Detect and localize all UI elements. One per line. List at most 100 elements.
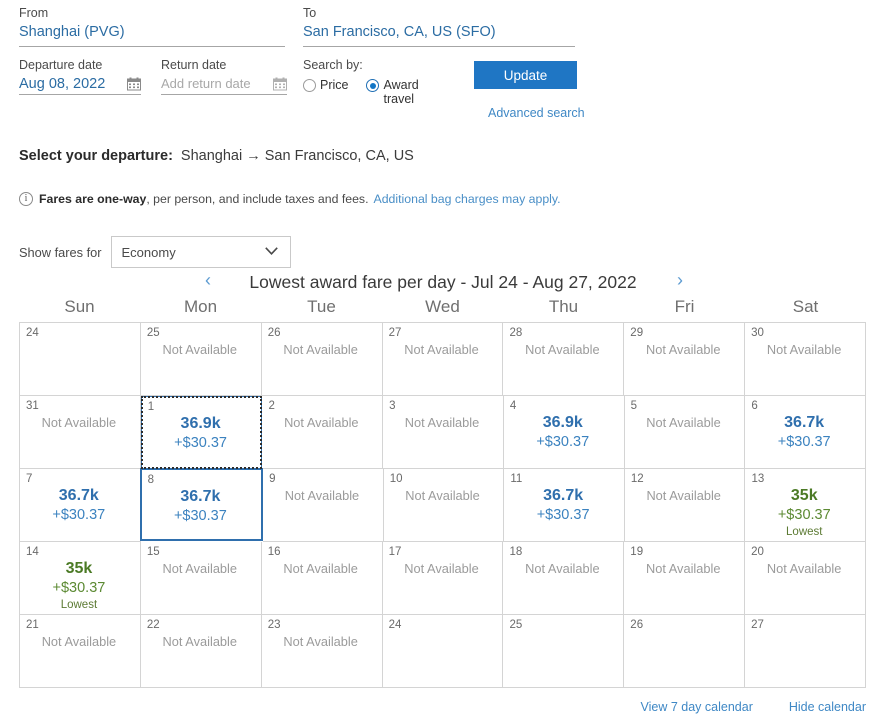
calendar-week-row: 7 36.7k +$30.37 8 36.7k +$30.37 9 Not Available… — [20, 468, 867, 542]
not-available-text: Not Available — [283, 342, 358, 357]
calendar-day-cell: 16 Not Available — [261, 542, 383, 615]
calendar-icon[interactable] — [273, 77, 287, 91]
calendar-week-row: 31 Not Available 1 36.9k +$30.37 2 Not Availab… — [20, 396, 867, 469]
radio-price[interactable]: Price — [303, 78, 348, 92]
day-cell-body: Not Available — [389, 340, 495, 360]
departure-date-underline — [19, 94, 141, 95]
from-value[interactable]: Shanghai (PVG) — [19, 20, 285, 42]
fare-miles: 35k — [790, 487, 818, 504]
day-number: 21 — [26, 619, 39, 631]
chevron-down-icon[interactable] — [264, 247, 278, 255]
day-number: 18 — [509, 546, 523, 558]
calendar-day-cell[interactable]: 11 36.7k +$30.37 — [504, 469, 625, 542]
day-number: 24 — [388, 619, 402, 631]
day-number: 13 — [751, 473, 765, 485]
day-number: 26 — [630, 619, 644, 631]
calendar-day-cell: 17 Not Available — [382, 542, 504, 615]
calendar-day-cell: 15 Not Available — [140, 542, 262, 615]
radio-dot-icon[interactable] — [303, 79, 316, 92]
day-cell-body: 35k +$30.37 Lowest — [26, 559, 132, 612]
lowest-badge: Lowest — [60, 599, 98, 611]
departure-date-value[interactable]: Aug 08, 2022 — [19, 72, 105, 94]
day-cell-body: Not Available — [630, 340, 736, 360]
calendar-day-cell[interactable]: 1 36.9k +$30.37 — [140, 396, 263, 469]
calendar-day-cell[interactable]: 6 36.7k +$30.37 — [745, 396, 867, 469]
to-field[interactable]: To San Francisco, CA, US (SFO) — [303, 6, 575, 47]
calendar-day-cell: 24 — [20, 323, 141, 396]
fare-miles: 35k — [65, 560, 93, 577]
not-available-text: Not Available — [284, 415, 359, 430]
day-cell-body: Not Available — [751, 559, 857, 579]
radio-award-travel[interactable]: Award travel — [366, 78, 429, 106]
calendar-icon[interactable] — [127, 77, 141, 91]
fare-tax: +$30.37 — [52, 580, 106, 596]
day-number: 11 — [510, 473, 523, 485]
not-available-text: Not Available — [525, 561, 600, 576]
calendar-day-cell: 3 Not Available — [383, 396, 504, 469]
day-number: 5 — [630, 400, 637, 412]
day-cell-body: Not Available — [268, 632, 374, 652]
info-icon: i — [19, 192, 33, 206]
fare-tax: +$30.37 — [52, 507, 106, 523]
day-cell-body: Not Available — [268, 340, 374, 360]
departure-date-field[interactable]: Departure date Aug 08, 2022 — [19, 58, 141, 95]
calendar-day-cell: 21 Not Available — [20, 615, 141, 688]
fare-miles: 36.9k — [180, 415, 221, 432]
to-value[interactable]: San Francisco, CA, US (SFO) — [303, 20, 575, 42]
calendar-day-cell: 25 — [503, 615, 625, 688]
calendar-prev-button[interactable]: ‹ — [195, 270, 221, 291]
calendar-day-cell[interactable]: 13 35k +$30.37 Lowest — [745, 469, 867, 542]
show-fares-label: Show fares for — [19, 244, 102, 260]
day-cell-body: 36.7k +$30.37 — [148, 487, 254, 526]
day-number: 28 — [509, 327, 523, 339]
to-underline — [303, 46, 575, 47]
return-date-value[interactable]: Add return date — [161, 72, 251, 94]
day-number: 24 — [26, 327, 39, 339]
calendar-day-cell: 25 Not Available — [140, 323, 262, 396]
return-date-field[interactable]: Return date Add return date — [161, 58, 287, 95]
cabin-select-value: Economy — [121, 244, 176, 260]
calendar-day-cell[interactable]: 7 36.7k +$30.37 — [20, 469, 141, 542]
day-number: 4 — [509, 400, 517, 412]
calendar-day-cell: 30 Not Available — [745, 323, 867, 396]
not-available-text: Not Available — [646, 415, 721, 430]
day-cell-body: Not Available — [509, 340, 615, 360]
calendar-next-button[interactable]: › — [667, 270, 693, 291]
update-button[interactable]: Update — [474, 61, 577, 89]
search-by-label: Search by: — [303, 58, 363, 72]
day-cell-body: Not Available — [631, 486, 737, 506]
calendar-day-cell[interactable]: 4 36.9k +$30.37 — [503, 396, 625, 469]
cabin-select[interactable]: Economy — [110, 236, 291, 268]
day-number: 26 — [267, 327, 281, 339]
fare-tax: +$30.37 — [536, 434, 590, 450]
advanced-search-link[interactable]: Advanced search — [488, 106, 585, 120]
not-available-text: Not Available — [162, 342, 238, 357]
calendar-day-cell[interactable]: 14 35k +$30.37 Lowest — [20, 542, 141, 615]
day-number: 6 — [751, 400, 758, 412]
calendar-header: ‹ Lowest award fare per day - Jul 24 - A… — [19, 270, 867, 293]
day-cell-body: Not Available — [268, 413, 374, 433]
day-cell-body: 36.7k +$30.37 — [751, 413, 857, 452]
calendar-day-cell: 9 Not Available — [263, 469, 384, 542]
weekday-fri: Fri — [674, 297, 695, 316]
day-number: 7 — [26, 473, 33, 485]
from-field[interactable]: From Shanghai (PVG) — [19, 6, 285, 47]
additional-bag-charges-link[interactable]: Additional bag charges may apply. — [374, 192, 561, 206]
calendar-day-cell[interactable]: 8 36.7k +$30.37 — [139, 468, 264, 541]
weekday-sat: Sat — [792, 297, 819, 316]
day-number: 8 — [147, 474, 154, 486]
departure-route: Shanghai → San Francisco, CA, US — [180, 148, 414, 164]
day-number: 9 — [269, 473, 276, 485]
day-cell-body: 36.7k +$30.37 — [26, 486, 132, 525]
day-cell-body: 36.9k +$30.37 — [510, 413, 616, 452]
radio-price-label: Price — [320, 78, 349, 92]
calendar-day-cell: 2 Not Available — [262, 396, 384, 469]
fare-miles: 36.7k — [58, 487, 99, 504]
calendar-grid: 24 25 Not Available 26 Not Available 27 Not Av… — [19, 322, 867, 688]
day-number: 22 — [146, 619, 160, 631]
not-available-text: Not Available — [283, 561, 358, 576]
hide-calendar-link[interactable]: Hide calendar — [789, 700, 866, 714]
day-number: 29 — [630, 327, 644, 339]
radio-dot-selected-icon[interactable] — [366, 79, 380, 92]
view-7-day-calendar-link[interactable]: View 7 day calendar — [641, 700, 753, 714]
